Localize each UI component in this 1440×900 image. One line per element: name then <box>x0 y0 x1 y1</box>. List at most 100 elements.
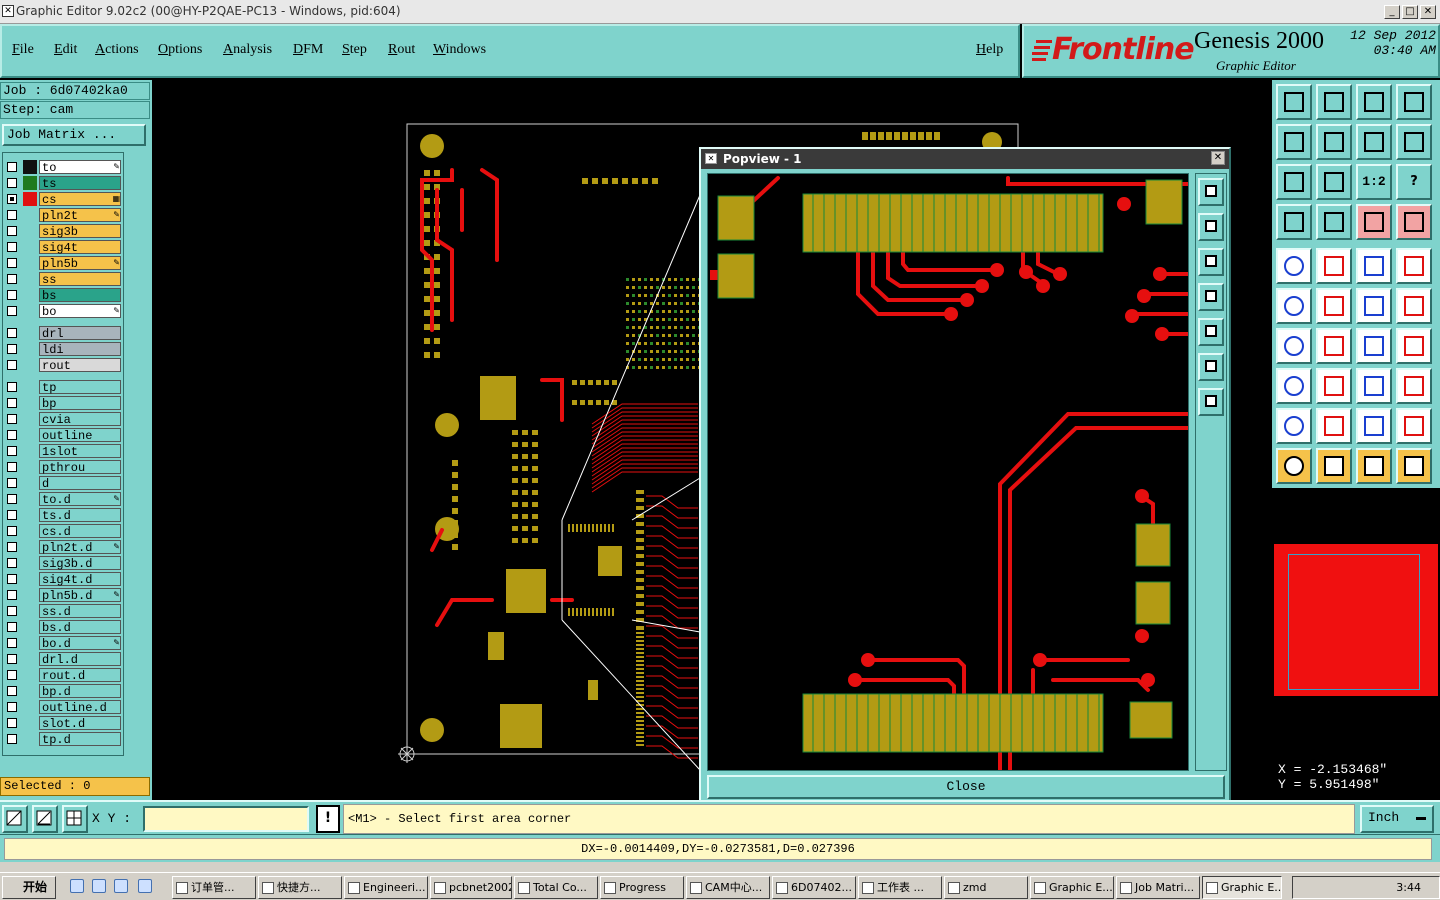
taskbar-task[interactable]: 工作表 ... <box>858 876 942 899</box>
triangle-button[interactable] <box>1276 408 1312 444</box>
layer-checkbox[interactable] <box>7 162 17 172</box>
layer-name[interactable]: drl <box>39 326 121 341</box>
layer-name[interactable]: bo.d <box>39 636 121 651</box>
layer-row[interactable]: pln5b ✎ <box>3 255 123 271</box>
layer-row[interactable]: 1slot <box>3 443 123 459</box>
menu-actions[interactable]: Actions <box>95 42 139 58</box>
taskbar-task[interactable]: 6D07402... <box>772 876 856 899</box>
layer-name[interactable]: sig4t.d <box>39 572 121 587</box>
layer-row[interactable]: cs.d <box>3 523 123 539</box>
layer-name[interactable]: pthrou <box>39 460 121 475</box>
triangle-wave-button[interactable] <box>1396 408 1432 444</box>
layer-name[interactable]: tp <box>39 380 121 395</box>
align-button[interactable] <box>1356 368 1392 404</box>
menu-rout[interactable]: Rout <box>388 42 415 58</box>
layer-row[interactable]: ss <box>3 271 123 287</box>
maximize-button[interactable]: □ <box>1402 5 1418 19</box>
layer-checkbox[interactable] <box>7 510 17 520</box>
layer-row[interactable]: cvia <box>3 411 123 427</box>
layer-checkbox[interactable] <box>7 290 17 300</box>
layer-row[interactable]: ts <box>3 175 123 191</box>
layer-checkbox[interactable] <box>7 194 17 204</box>
layer-checkbox[interactable] <box>7 478 17 488</box>
route-button[interactable] <box>1396 448 1432 484</box>
triangle-up-button[interactable] <box>1316 408 1352 444</box>
layer-checkbox[interactable] <box>7 590 17 600</box>
layer-name[interactable]: ss <box>39 272 121 287</box>
taskbar-task[interactable]: CAM中心... <box>686 876 770 899</box>
pointer-circle-button[interactable] <box>1356 448 1392 484</box>
key-button[interactable] <box>1316 204 1352 240</box>
layer-row[interactable]: bo.d ✎ <box>3 635 123 651</box>
layer-row[interactable]: drl.d <box>3 651 123 667</box>
layer-checkbox[interactable] <box>7 328 17 338</box>
open-job-button[interactable] <box>1276 84 1312 120</box>
layer-color-swatch[interactable] <box>23 160 37 174</box>
measure-button[interactable] <box>1276 204 1312 240</box>
popview-canvas[interactable] <box>707 173 1189 771</box>
layer-name[interactable]: rout <box>39 358 121 373</box>
layer-row[interactable]: sig3b.d <box>3 555 123 571</box>
layer-name[interactable]: bp <box>39 396 121 411</box>
layer-name[interactable]: to <box>39 160 121 175</box>
layer-row[interactable]: pln2t ✎ <box>3 207 123 223</box>
layer-checkbox[interactable] <box>7 446 17 456</box>
step-button[interactable] <box>1396 124 1432 160</box>
fit-button[interactable] <box>1276 164 1312 200</box>
layer-name[interactable]: drl.d <box>39 652 121 667</box>
layer-name[interactable]: d <box>39 476 121 491</box>
layer-row[interactable]: tp.d <box>3 731 123 747</box>
taskbar-task[interactable]: 订单管... <box>172 876 256 899</box>
bar-button[interactable] <box>1316 368 1352 404</box>
layer-checkbox[interactable] <box>7 686 17 696</box>
notes-icon[interactable] <box>138 879 152 893</box>
layer-name[interactable]: sig4t <box>39 240 121 255</box>
layer-checkbox[interactable] <box>7 574 17 584</box>
layer-checkbox[interactable] <box>7 414 17 424</box>
layer-row[interactable]: pthrou <box>3 459 123 475</box>
layer-checkbox[interactable] <box>7 638 17 648</box>
circle-button[interactable] <box>1396 248 1432 284</box>
layer-name[interactable]: bp.d <box>39 684 121 699</box>
pad-button[interactable] <box>1276 248 1312 284</box>
layer-row[interactable]: to.d ✎ <box>3 491 123 507</box>
triangle-a-button[interactable] <box>1356 408 1392 444</box>
layer-checkbox[interactable] <box>7 306 17 316</box>
layer-name[interactable]: outline.d <box>39 700 121 715</box>
layer-row[interactable]: ts.d <box>3 507 123 523</box>
popview-close-icon[interactable]: ✕ <box>1211 151 1225 165</box>
layer-name[interactable]: bs.d <box>39 620 121 635</box>
menu-help[interactable]: Help <box>976 42 1003 58</box>
layer-name[interactable]: bs <box>39 288 121 303</box>
minimize-button[interactable]: _ <box>1384 5 1400 19</box>
layer-row[interactable]: sig4t <box>3 239 123 255</box>
layer-checkbox[interactable] <box>7 258 17 268</box>
via-button[interactable] <box>1356 288 1392 324</box>
layer-checkbox[interactable] <box>7 462 17 472</box>
layer-checkbox[interactable] <box>7 494 17 504</box>
layers-red-button[interactable] <box>1356 204 1392 240</box>
popview-center-button[interactable] <box>1198 388 1224 416</box>
menu-windows[interactable]: Windows <box>433 42 486 58</box>
mirror-button[interactable] <box>1356 124 1392 160</box>
layer-checkbox[interactable] <box>7 734 17 744</box>
layer-checkbox[interactable] <box>7 558 17 568</box>
taskbar-task[interactable]: Progress <box>600 876 684 899</box>
zoom-button[interactable] <box>1316 164 1352 200</box>
layer-checkbox[interactable] <box>7 670 17 680</box>
text-button[interactable] <box>1396 328 1432 364</box>
layer-row[interactable]: outline <box>3 427 123 443</box>
popview-zoom-in-button[interactable] <box>1198 213 1224 241</box>
layer-name[interactable]: sig3b.d <box>39 556 121 571</box>
alert-button[interactable]: ! <box>316 805 340 833</box>
layer-row[interactable]: bs <box>3 287 123 303</box>
layer-checkbox[interactable] <box>7 622 17 632</box>
quicklaunch-icon[interactable] <box>92 879 106 893</box>
layer-row[interactable]: tp <box>3 379 123 395</box>
layer-name[interactable]: ss.d <box>39 604 121 619</box>
grid-snap-button[interactable] <box>62 805 88 833</box>
ruler-button[interactable] <box>1356 248 1392 284</box>
export-button[interactable] <box>1316 124 1352 160</box>
xy-input[interactable] <box>143 806 309 832</box>
popview-fit-button[interactable] <box>1198 353 1224 381</box>
